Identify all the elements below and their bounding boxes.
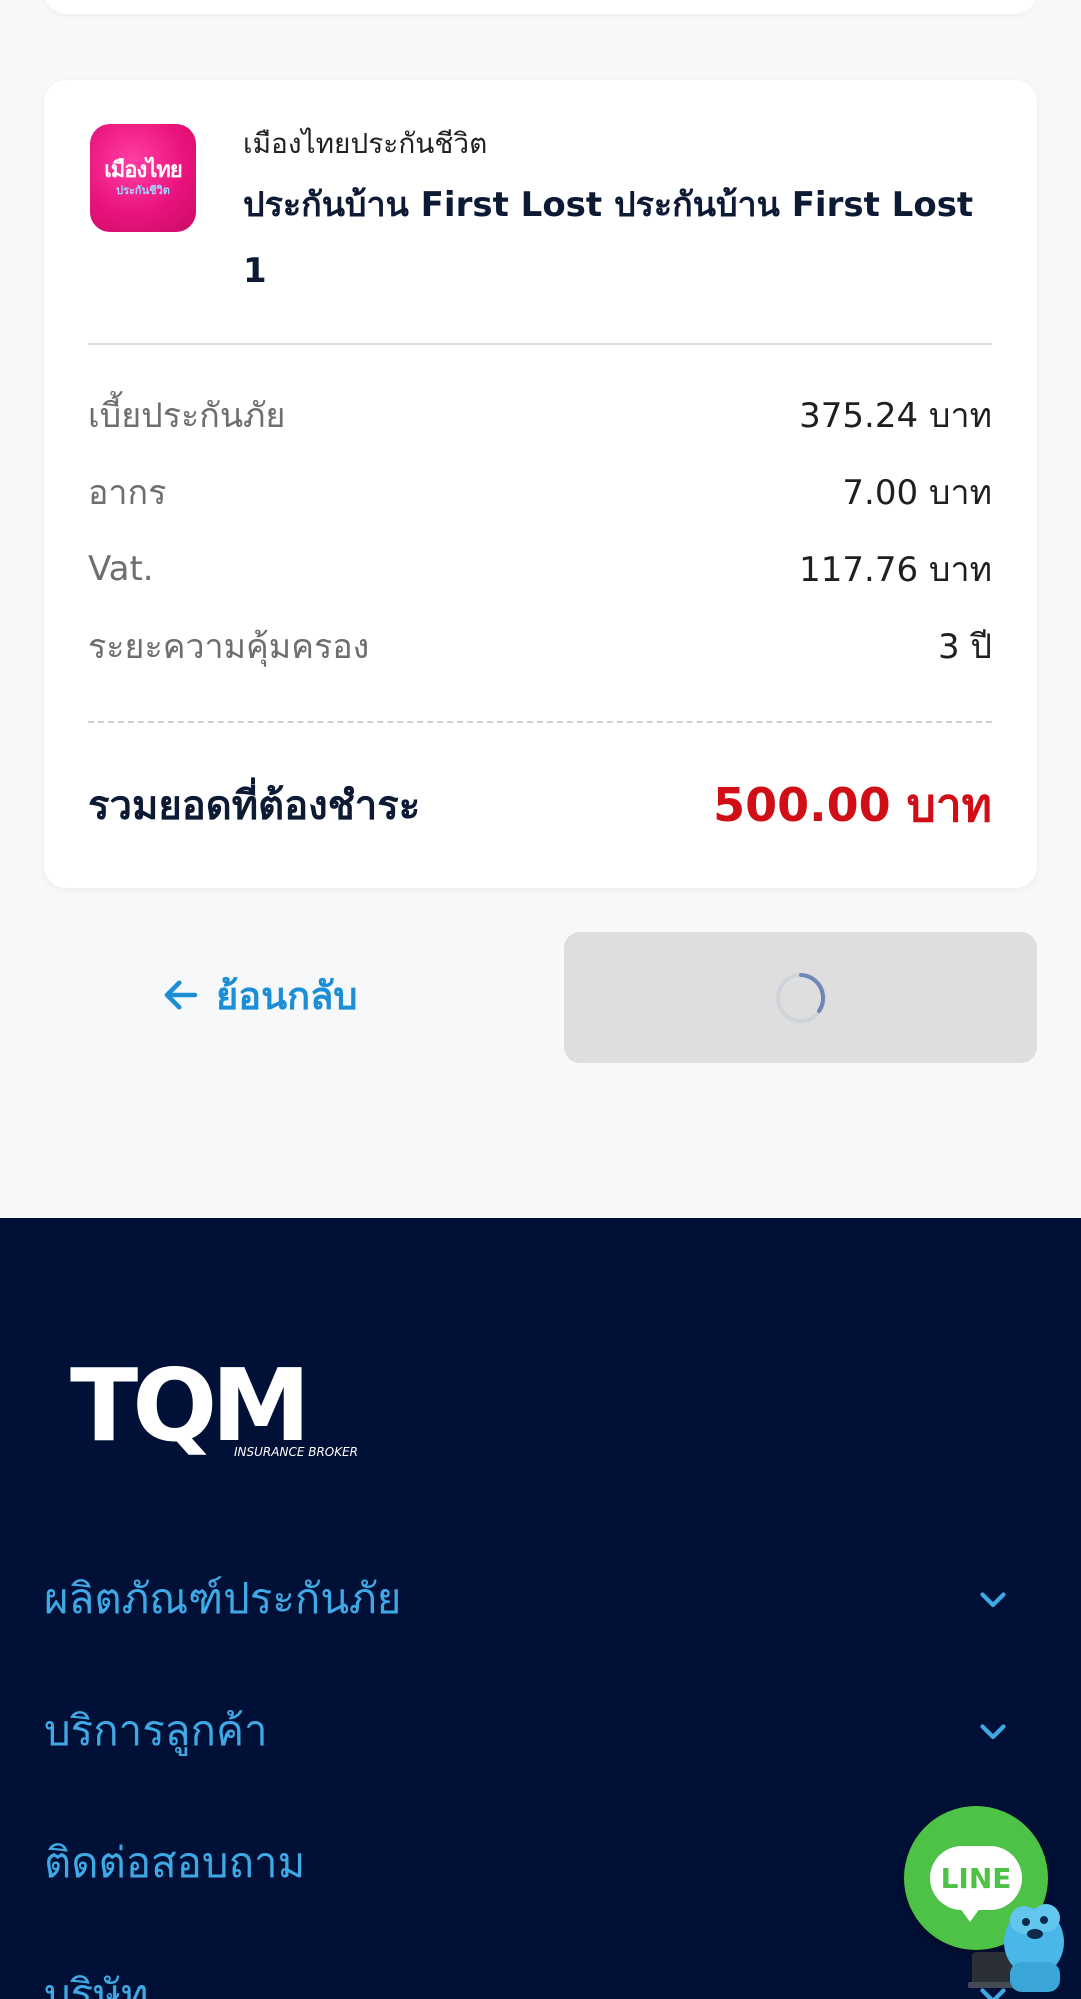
coverage-period-label: ระยะความคุ้มครอง bbox=[88, 627, 370, 667]
stamp-duty-label: อากร bbox=[88, 473, 167, 513]
previous-card bbox=[44, 0, 1037, 14]
insurer-name: เมืองไทยประกันชีวิต bbox=[243, 127, 488, 160]
footer-menu-company[interactable]: บริษัท bbox=[44, 1960, 1037, 1999]
stamp-duty-row: อากร 7.00 บาท bbox=[88, 467, 992, 517]
premium-value: 375.24 บาท bbox=[799, 396, 992, 436]
coverage-period-value: 3 ปี bbox=[937, 627, 992, 667]
back-button[interactable]: ย้อนกลับ bbox=[160, 960, 430, 1030]
insurer-logo: เมืองไทย ประกันชีวิต bbox=[90, 124, 196, 232]
footer-menu-customer-service[interactable]: บริการลูกค้า bbox=[44, 1696, 1037, 1766]
footer-menu-products[interactable]: ผลิตภัณฑ์ประกันภัย bbox=[44, 1564, 1037, 1634]
loading-spinner-icon bbox=[775, 972, 826, 1023]
chevron-down-icon bbox=[980, 1724, 1006, 1740]
chevron-down-icon bbox=[980, 1592, 1006, 1608]
total-value: 500.00 บาท bbox=[713, 777, 992, 832]
tqm-logo: TQM INSURANCE BROKER bbox=[70, 1352, 358, 1457]
product-name: ประกันบ้าน First Lost ประกันบ้าน First L… bbox=[243, 185, 974, 291]
footer-menu-contact[interactable]: ติดต่อสอบถาม bbox=[44, 1828, 1037, 1898]
footer-menu-label: ผลิตภัณฑ์ประกันภัย bbox=[44, 1574, 402, 1623]
footer-menu-label: ติดต่อสอบถาม bbox=[44, 1838, 306, 1887]
footer-menu-label: บริการลูกค้า bbox=[44, 1706, 268, 1755]
stamp-duty-value: 7.00 บาท bbox=[842, 473, 992, 513]
vat-value: 117.76 บาท bbox=[799, 550, 992, 590]
insurer-logo-subtext: ประกันชีวิต bbox=[116, 184, 170, 197]
footer-menu-label: บริษัท bbox=[44, 1970, 149, 1999]
total-row: รวมยอดที่ต้องชำระ 500.00 บาท bbox=[88, 770, 992, 840]
vat-label: Vat. bbox=[88, 549, 154, 589]
premium-row: เบี้ยประกันภัย 375.24 บาท bbox=[88, 390, 992, 440]
total-label: รวมยอดที่ต้องชำระ bbox=[88, 783, 421, 829]
vat-row: Vat. 117.76 บาท bbox=[88, 544, 992, 594]
premium-label: เบี้ยประกันภัย bbox=[88, 396, 286, 436]
back-button-label: ย้อนกลับ bbox=[216, 973, 358, 1018]
dashed-divider bbox=[88, 721, 992, 723]
arrow-left-icon bbox=[164, 980, 198, 1010]
coverage-period-row: ระยะความคุ้มครอง 3 ปี bbox=[88, 621, 992, 671]
insurer-logo-text: เมืองไทย bbox=[104, 158, 182, 183]
mascot-illustration bbox=[968, 1904, 1064, 1992]
tqm-logo-subtext: INSURANCE BROKER bbox=[234, 1445, 358, 1457]
payment-summary-card: เมืองไทย ประกันชีวิต เมืองไทยประกันชีวิต… bbox=[44, 80, 1037, 888]
submit-button-loading[interactable] bbox=[564, 932, 1037, 1063]
divider bbox=[88, 343, 992, 345]
tqm-logo-text: TQM bbox=[70, 1352, 305, 1457]
